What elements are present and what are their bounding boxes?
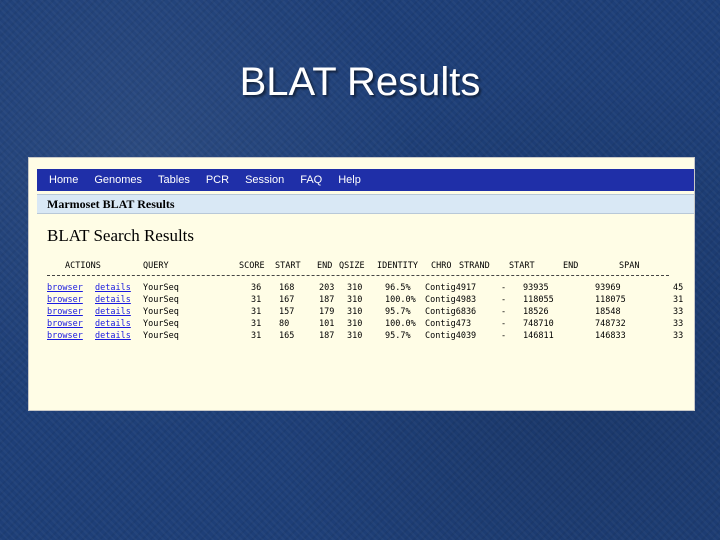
results-title: BLAT Search Results <box>47 226 195 245</box>
chrom-start-cell: 748710 <box>523 319 554 329</box>
start-cell: 165 <box>279 331 295 341</box>
details-link[interactable]: details <box>95 331 131 341</box>
nav-session[interactable]: Session <box>245 174 284 186</box>
identity-cell: 95.7% <box>385 307 411 317</box>
col-end: END <box>317 261 333 271</box>
score-cell: 31 <box>251 307 262 317</box>
blat-screenshot: Home Genomes Tables PCR Session FAQ Help… <box>28 157 695 411</box>
end-cell: 179 <box>319 307 335 317</box>
nav-pcr[interactable]: PCR <box>206 174 229 186</box>
qsize-cell: 310 <box>347 283 363 293</box>
chrom-start-cell: 93935 <box>523 283 549 293</box>
chrom-start-cell: 18526 <box>523 307 549 317</box>
slide-title: BLAT Results <box>239 60 481 104</box>
browser-link[interactable]: browser <box>47 307 83 317</box>
qsize-cell: 310 <box>347 331 363 341</box>
span-cell: 33 <box>673 319 684 329</box>
chrom-cell: Contig473 <box>425 319 472 329</box>
col-strand: STRAND <box>459 261 490 271</box>
strand-cell: - <box>501 295 507 305</box>
strand-cell: - <box>501 283 507 293</box>
chrom-start-cell: 118055 <box>523 295 554 305</box>
col-chro: CHRO <box>431 261 452 271</box>
score-cell: 31 <box>251 319 262 329</box>
nav-home[interactable]: Home <box>49 174 78 186</box>
browser-link[interactable]: browser <box>47 295 83 305</box>
strand-cell: - <box>501 319 507 329</box>
score-cell: 31 <box>251 295 262 305</box>
start-cell: 167 <box>279 295 295 305</box>
qsize-cell: 310 <box>347 307 363 317</box>
col-start2: START <box>509 261 535 271</box>
strand-cell: - <box>501 331 507 341</box>
end-cell: 187 <box>319 331 335 341</box>
start-cell: 157 <box>279 307 295 317</box>
span-cell: 45 <box>673 283 684 293</box>
browser-link[interactable]: browser <box>47 331 83 341</box>
chrom-end-cell: 93969 <box>595 283 621 293</box>
details-link[interactable]: details <box>95 307 131 317</box>
score-cell: 36 <box>251 283 262 293</box>
col-start: START <box>275 261 301 271</box>
chrom-cell: Contig4917 <box>425 283 477 293</box>
identity-cell: 100.0% <box>385 319 416 329</box>
chrom-start-cell: 146811 <box>523 331 554 341</box>
chrom-end-cell: 748732 <box>595 319 626 329</box>
query-cell: YourSeq <box>143 319 179 329</box>
col-end2: END <box>563 261 579 271</box>
section-header: Marmoset BLAT Results <box>37 194 694 214</box>
chrom-cell: Contig4039 <box>425 331 477 341</box>
chrom-cell: Contig6836 <box>425 307 477 317</box>
nav-faq[interactable]: FAQ <box>300 174 322 186</box>
span-cell: 33 <box>673 331 684 341</box>
span-cell: 31 <box>673 295 684 305</box>
nav-help[interactable]: Help <box>338 174 361 186</box>
start-cell: 168 <box>279 283 295 293</box>
identity-cell: 96.5% <box>385 283 411 293</box>
end-cell: 187 <box>319 295 335 305</box>
query-cell: YourSeq <box>143 307 179 317</box>
details-link[interactable]: details <box>95 283 131 293</box>
end-cell: 101 <box>319 319 335 329</box>
start-cell: 80 <box>279 319 290 329</box>
chrom-cell: Contig4983 <box>425 295 477 305</box>
browser-link[interactable]: browser <box>47 283 83 293</box>
strand-cell: - <box>501 307 507 317</box>
details-link[interactable]: details <box>95 295 131 305</box>
chrom-end-cell: 146833 <box>595 331 626 341</box>
col-query: QUERY <box>143 261 169 271</box>
col-score: SCORE <box>239 261 265 271</box>
col-qsize: QSIZE <box>339 261 365 271</box>
browser-link[interactable]: browser <box>47 319 83 329</box>
top-navbar: Home Genomes Tables PCR Session FAQ Help <box>37 169 694 191</box>
identity-cell: 100.0% <box>385 295 416 305</box>
query-cell: YourSeq <box>143 283 179 293</box>
query-cell: YourSeq <box>143 331 179 341</box>
identity-cell: 95.7% <box>385 331 411 341</box>
chrom-end-cell: 18548 <box>595 307 621 317</box>
nav-tables[interactable]: Tables <box>158 174 190 186</box>
col-actions: ACTIONS <box>65 261 101 271</box>
chrom-end-cell: 118075 <box>595 295 626 305</box>
score-cell: 31 <box>251 331 262 341</box>
col-span: SPAN <box>619 261 640 271</box>
query-cell: YourSeq <box>143 295 179 305</box>
col-identity: IDENTITY <box>377 261 418 271</box>
qsize-cell: 310 <box>347 319 363 329</box>
end-cell: 203 <box>319 283 335 293</box>
details-link[interactable]: details <box>95 319 131 329</box>
qsize-cell: 310 <box>347 295 363 305</box>
nav-genomes[interactable]: Genomes <box>94 174 142 186</box>
header-divider <box>47 275 669 276</box>
span-cell: 33 <box>673 307 684 317</box>
